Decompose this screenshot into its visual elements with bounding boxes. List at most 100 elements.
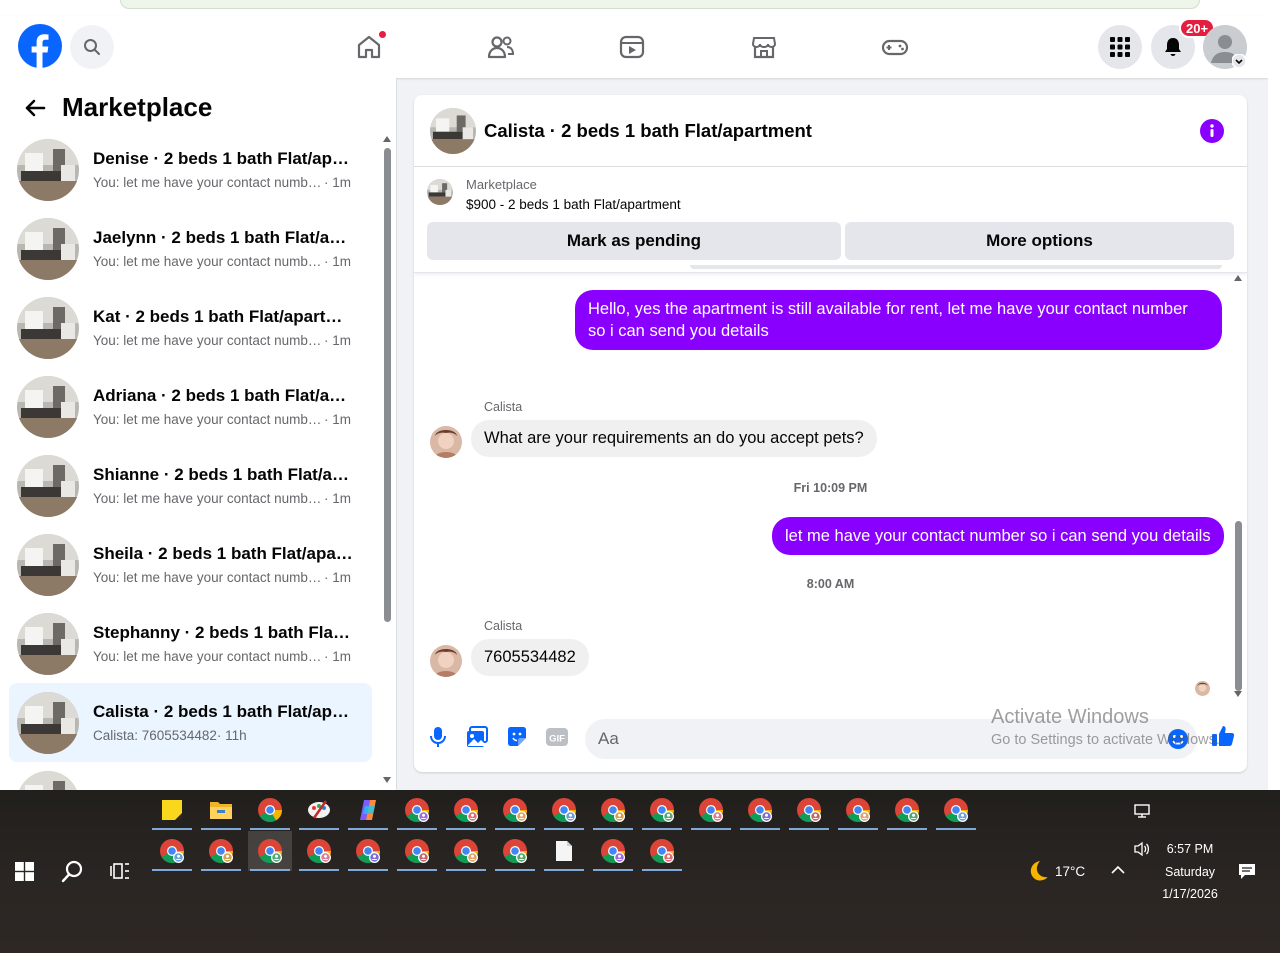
speaker-icon[interactable]: [1133, 841, 1151, 857]
conversation-text: Stephanny · 2 beds 1 bath Flat/apartment…: [93, 623, 355, 664]
sender-name: Calista: [484, 400, 523, 414]
home-tab[interactable]: [354, 30, 387, 62]
marketplace-tab[interactable]: [749, 32, 779, 62]
search-icon[interactable]: [61, 859, 85, 883]
microphone-icon[interactable]: [426, 725, 450, 749]
grid-menu-icon: [1110, 37, 1130, 57]
chat-window: Calista · 2 beds 1 bath Flat/apartment M…: [414, 95, 1247, 772]
facebook-logo-icon[interactable]: [18, 24, 62, 68]
notification-center-icon[interactable]: [1238, 863, 1256, 880]
chrome-profile-window-icon[interactable]: [150, 831, 194, 871]
address-bar[interactable]: [120, 0, 1200, 9]
info-icon[interactable]: [1200, 119, 1224, 143]
incoming-message[interactable]: 7605534482: [471, 639, 589, 676]
conversation-snippet: You: let me have your contact number so …: [93, 412, 324, 427]
contact-avatar[interactable]: [430, 645, 462, 677]
weather-temperature[interactable]: 17°C: [1055, 864, 1085, 879]
chrome-profile-window-icon[interactable]: [248, 831, 292, 871]
task-view-icon[interactable]: [110, 861, 130, 881]
chrome-icon[interactable]: [248, 790, 292, 830]
top-navigation: 20+: [0, 16, 1268, 78]
chrome-profile-window-icon[interactable]: [836, 790, 880, 830]
chrome-profile-window-icon[interactable]: [640, 831, 684, 871]
listing-source: Marketplace: [466, 177, 537, 192]
sticky-notes-icon[interactable]: [150, 790, 194, 830]
contact-avatar[interactable]: [430, 426, 462, 458]
mark-as-pending-button[interactable]: Mark as pending: [427, 222, 841, 260]
photo-icon[interactable]: [465, 725, 489, 749]
chevron-up-icon[interactable]: [1110, 864, 1126, 876]
conversation-time: · 1m: [324, 412, 351, 427]
page-scrollbar[interactable]: [1268, 16, 1280, 790]
conversation-item[interactable]: Jaelynn · 2 beds 1 bath Flat/apartment Yo…: [9, 209, 372, 288]
conversation-item[interactable]: Shianne · 2 beds 1 bath Flat/apartment Yo…: [9, 446, 372, 525]
inbox-scrollbar[interactable]: [381, 134, 393, 783]
paint-icon[interactable]: [297, 790, 341, 830]
conversation-text: Jaelynn · 2 beds 1 bath Flat/apartment Yo…: [93, 228, 355, 269]
chrome-profile-window-icon[interactable]: [297, 831, 341, 871]
blank-document-icon[interactable]: [542, 831, 586, 871]
chrome-profile-window-icon[interactable]: [885, 790, 929, 830]
chrome-profile-window-icon[interactable]: [493, 790, 537, 830]
chrome-profile-window-icon[interactable]: [542, 790, 586, 830]
chrome-profile-window-icon[interactable]: [395, 790, 439, 830]
chrome-profile-window-icon[interactable]: [591, 790, 635, 830]
conversation-item[interactable]: Sheila · 2 beds 1 bath Flat/apartment You…: [9, 525, 372, 604]
clock-date[interactable]: 1/17/2026: [1160, 887, 1220, 901]
conversation-item[interactable]: Kat · 2 beds 1 bath Flat/apartment You: l…: [9, 288, 372, 367]
network-icon[interactable]: [1133, 803, 1151, 819]
conversation-text: Denise · 2 beds 1 bath Flat/apartment You…: [93, 149, 355, 190]
more-options-button[interactable]: More options: [845, 222, 1234, 260]
chrome-profile-window-icon[interactable]: [591, 831, 635, 871]
chrome-profile-window-icon[interactable]: [493, 831, 537, 871]
outgoing-message[interactable]: Hello, yes the apartment is still availa…: [575, 290, 1222, 350]
chrome-profile-window-icon[interactable]: [787, 790, 831, 830]
account-button[interactable]: [1203, 25, 1247, 69]
listing-thumbnail: [17, 296, 79, 359]
seen-receipt-avatar: [1195, 681, 1210, 696]
conversation-item[interactable]: Serenity · 2 beds 1 bath Flat/apartment: [9, 762, 372, 790]
chrome-profile-window-icon[interactable]: [199, 831, 243, 871]
chrome-profile-window-icon[interactable]: [346, 831, 390, 871]
clock-time[interactable]: 6:57 PM: [1160, 842, 1220, 856]
chrome-profile-window-icon[interactable]: [738, 790, 782, 830]
menu-button[interactable]: [1098, 25, 1142, 69]
video-tab[interactable]: [617, 32, 647, 62]
gaming-tab[interactable]: [880, 32, 910, 62]
windows-start-icon[interactable]: [15, 862, 34, 881]
chrome-profile-window-icon[interactable]: [444, 790, 488, 830]
outgoing-message[interactable]: let me have your contact number so i can…: [772, 517, 1224, 555]
conversation-item[interactable]: Stephanny · 2 beds 1 bath Flat/apartment…: [9, 604, 372, 683]
copilot-icon[interactable]: [346, 790, 390, 830]
chat-title[interactable]: Calista · 2 beds 1 bath Flat/apartment: [484, 120, 812, 142]
clock-day[interactable]: Saturday: [1160, 865, 1220, 879]
incoming-message[interactable]: What are your requirements an do you acc…: [471, 420, 877, 457]
file-explorer-icon[interactable]: [199, 790, 243, 830]
chrome-profile-window-icon[interactable]: [395, 831, 439, 871]
conversation-preview: You: let me have your contact number so …: [93, 254, 355, 269]
chrome-profile-window-icon[interactable]: [689, 790, 733, 830]
listing-small-thumbnail: [427, 179, 453, 205]
conversation-snippet: Calista: 7605534482: [93, 728, 217, 743]
conversation-item[interactable]: Denise · 2 beds 1 bath Flat/apartment You…: [9, 130, 372, 209]
chrome-profile-window-icon[interactable]: [444, 831, 488, 871]
search-button[interactable]: [70, 25, 114, 69]
back-arrow-icon[interactable]: [24, 97, 46, 119]
conversation-time: · 1m: [324, 649, 351, 664]
conversation-time: · 1m: [324, 254, 351, 269]
conversation-time: · 11h: [216, 728, 247, 743]
chat-header: Calista · 2 beds 1 bath Flat/apartment: [414, 95, 1247, 167]
conversation-item[interactable]: Adriana · 2 beds 1 bath Flat/apartment Yo…: [9, 367, 372, 446]
listing-description[interactable]: $900 - 2 beds 1 bath Flat/apartment: [466, 197, 681, 212]
chrome-profile-window-icon[interactable]: [934, 790, 978, 830]
chrome-profile-window-icon[interactable]: [640, 790, 684, 830]
sticker-icon[interactable]: [505, 725, 529, 749]
activate-windows-watermark: Activate Windows Go to Settings to activ…: [991, 706, 1220, 748]
conversation-item[interactable]: Calista · 2 beds 1 bath Flat/apartment Ca…: [9, 683, 372, 762]
sender-name: Calista: [484, 619, 523, 633]
listing-thumbnail[interactable]: [430, 108, 476, 154]
friends-tab[interactable]: [486, 32, 516, 62]
gif-icon[interactable]: GIF: [545, 725, 569, 749]
chat-scrollbar[interactable]: [1232, 273, 1244, 703]
moon-weather-icon[interactable]: [1025, 859, 1049, 883]
